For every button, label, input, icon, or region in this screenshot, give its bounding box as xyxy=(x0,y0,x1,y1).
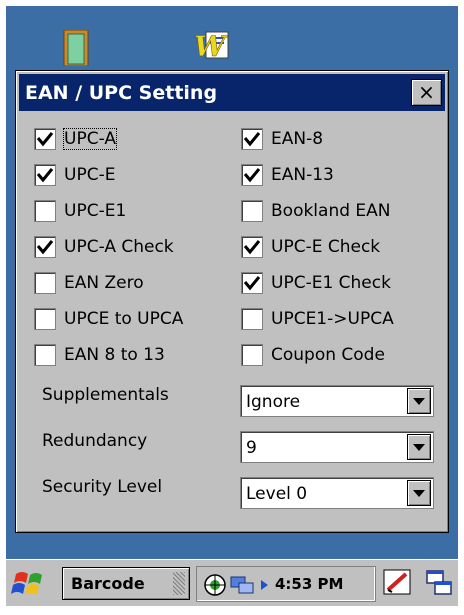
barcode-task-label: Barcode xyxy=(71,574,145,593)
checkbox-box[interactable] xyxy=(34,164,56,186)
document-icon[interactable] xyxy=(62,30,92,66)
supplementals-dropdown-button[interactable] xyxy=(407,388,431,414)
task-button-grip xyxy=(173,572,185,595)
checkbox-box[interactable] xyxy=(34,344,56,366)
chevron-down-icon xyxy=(413,398,425,405)
checkbox-upc-a-check[interactable]: UPC-A Check xyxy=(34,234,174,260)
redundancy-dropdown[interactable]: 9 xyxy=(240,431,434,463)
checkbox-box[interactable] xyxy=(241,308,263,330)
screen: W EAN / UPC Setting × UPC-A UPC-E UPC-E1 UP… xyxy=(0,0,464,615)
checkmark-icon xyxy=(243,132,261,147)
checkbox-label: UPCE1->UPCA xyxy=(271,309,394,329)
supplementals-label: Supplementals xyxy=(42,385,169,405)
checkbox-box[interactable] xyxy=(241,164,263,186)
checkbox-ean-8[interactable]: EAN-8 xyxy=(241,126,323,152)
checkbox-upc-e-check[interactable]: UPC-E Check xyxy=(241,234,380,260)
chevron-down-icon xyxy=(413,490,425,497)
checkbox-box[interactable] xyxy=(34,128,56,150)
redundancy-value: 9 xyxy=(246,438,257,458)
checkbox-label: EAN-13 xyxy=(271,165,334,185)
checkbox-label: UPC-E1 xyxy=(64,201,127,221)
checkbox-upce1-upca[interactable]: UPCE1->UPCA xyxy=(241,306,394,332)
clock[interactable]: 4:53 PM xyxy=(275,575,343,593)
network-icon[interactable] xyxy=(203,573,227,597)
checkbox-label: UPC-E xyxy=(64,165,116,185)
pen-input-icon[interactable] xyxy=(382,568,414,598)
checkbox-ean-8-to-13[interactable]: EAN 8 to 13 xyxy=(34,342,165,368)
checkbox-bookland-ean[interactable]: Bookland EAN xyxy=(241,198,391,224)
checkbox-upc-e1-check[interactable]: UPC-E1 Check xyxy=(241,270,391,296)
checkbox-label: Bookland EAN xyxy=(271,201,391,221)
checkmark-icon xyxy=(36,132,54,147)
windows-flag-icon[interactable] xyxy=(10,566,50,602)
checkbox-coupon-code[interactable]: Coupon Code xyxy=(241,342,385,368)
arrow-right-icon xyxy=(261,580,268,590)
checkbox-ean-zero[interactable]: EAN Zero xyxy=(34,270,144,296)
checkbox-label: UPC-E Check xyxy=(271,237,381,257)
supplementals-value: Ignore xyxy=(246,392,301,412)
svg-text:W: W xyxy=(194,30,228,63)
checkbox-box[interactable] xyxy=(34,308,56,330)
redundancy-dropdown-button[interactable] xyxy=(407,434,431,460)
switch-windows-icon[interactable] xyxy=(424,568,454,598)
security-level-dropdown[interactable]: Level 0 xyxy=(240,477,434,509)
checkbox-label: EAN Zero xyxy=(64,273,144,293)
checkbox-box[interactable] xyxy=(241,200,263,222)
system-tray: 4:53 PM xyxy=(196,566,376,602)
security-level-label: Security Level xyxy=(42,477,163,497)
dialog-title: EAN / UPC Setting xyxy=(25,82,218,104)
supplementals-dropdown[interactable]: Ignore xyxy=(240,385,434,417)
checkbox-upce-to-upca[interactable]: UPCE to UPCA xyxy=(34,306,183,332)
checkmark-icon xyxy=(243,168,261,183)
checkbox-box[interactable] xyxy=(241,272,263,294)
checkbox-box[interactable] xyxy=(241,344,263,366)
checkbox-upc-e[interactable]: UPC-E xyxy=(34,162,115,188)
checkbox-upc-e1[interactable]: UPC-E1 xyxy=(34,198,126,224)
checkmark-icon xyxy=(243,240,261,255)
checkbox-box[interactable] xyxy=(34,272,56,294)
checkbox-label: UPC-E1 Check xyxy=(271,273,391,293)
checkbox-box[interactable] xyxy=(34,200,56,222)
checkbox-label: EAN-8 xyxy=(271,129,324,149)
word-icon[interactable]: W xyxy=(192,26,232,64)
close-button[interactable]: × xyxy=(411,79,442,106)
checkbox-label: UPCE to UPCA xyxy=(64,309,184,329)
desktop: W EAN / UPC Setting × UPC-A UPC-E UPC-E1 UP… xyxy=(6,6,458,606)
checkmark-icon xyxy=(243,276,261,291)
checkbox-label: UPC-A xyxy=(63,128,117,150)
checkbox-ean-13[interactable]: EAN-13 xyxy=(241,162,334,188)
checkbox-upc-a[interactable]: UPC-A xyxy=(34,126,117,152)
barcode-task-button[interactable]: Barcode xyxy=(62,567,190,600)
checkbox-label: Coupon Code xyxy=(271,345,385,365)
ean-upc-setting-dialog: EAN / UPC Setting × UPC-A UPC-E UPC-E1 UPC-… xyxy=(15,70,449,533)
security-level-value: Level 0 xyxy=(246,484,308,504)
checkbox-box[interactable] xyxy=(241,128,263,150)
chevron-down-icon xyxy=(413,444,425,451)
security-level-dropdown-button[interactable] xyxy=(407,480,431,506)
redundancy-label: Redundancy xyxy=(42,431,148,451)
close-icon: × xyxy=(418,80,435,104)
taskbar: Barcode 4:53 PM xyxy=(6,559,458,606)
checkbox-label: UPC-A Check xyxy=(64,237,174,257)
checkbox-label: EAN 8 to 13 xyxy=(64,345,165,365)
checkbox-box[interactable] xyxy=(241,236,263,258)
connectivity-icon[interactable] xyxy=(229,573,257,597)
checkmark-icon xyxy=(36,240,54,255)
dialog-title-bar[interactable]: EAN / UPC Setting × xyxy=(19,74,445,111)
checkmark-icon xyxy=(36,168,54,183)
checkbox-box[interactable] xyxy=(34,236,56,258)
